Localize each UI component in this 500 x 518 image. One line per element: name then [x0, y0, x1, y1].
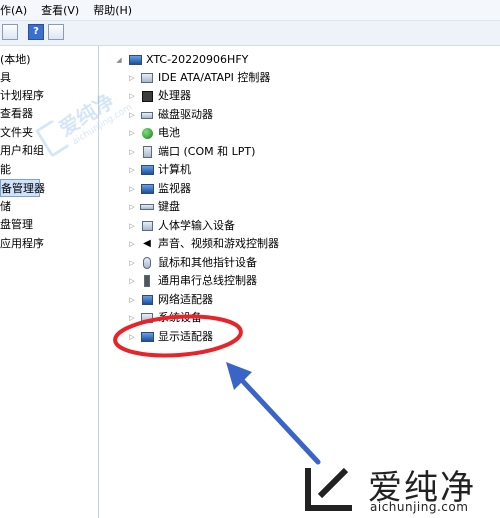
brand-url: aichunjing.com — [370, 500, 469, 514]
tree-item-task-scheduler[interactable]: 计划程序 — [0, 87, 44, 105]
properties-icon[interactable] — [48, 24, 64, 40]
monitor-icon — [140, 183, 154, 195]
show-hide-tree-icon[interactable] — [2, 24, 18, 40]
tree-item-disk-management[interactable]: 盘管理 — [0, 216, 33, 234]
menu-action[interactable]: 作(A) — [0, 2, 27, 18]
device-label: 键盘 — [158, 200, 180, 213]
tree-item-event-viewer[interactable]: 查看器 — [0, 105, 33, 123]
ide-controller-icon — [140, 72, 154, 84]
tree-item-tools[interactable]: 具 — [0, 69, 11, 87]
mouse-icon — [140, 257, 154, 269]
hid-icon — [140, 220, 154, 232]
brand-watermark: 爱纯净 aichunjing.com — [300, 458, 500, 518]
device-label: 声音、视频和游戏控制器 — [158, 237, 279, 250]
menu-bar: 作(A) 查看(V) 帮助(H) — [0, 0, 500, 21]
device-label: 网络适配器 — [158, 293, 213, 306]
device-category[interactable]: ▷ 监视器 — [128, 180, 191, 198]
tree-item-local[interactable]: (本地) — [0, 51, 31, 69]
device-tree-root[interactable]: ◢ XTC-20220906HFY — [114, 51, 248, 69]
usb-icon — [140, 275, 154, 287]
expand-icon[interactable]: ▷ — [128, 217, 136, 235]
network-adapter-icon — [140, 294, 154, 306]
device-category[interactable]: ▷ 通用串行总线控制器 — [128, 272, 257, 290]
device-category[interactable]: ▷ 人体学输入设备 — [128, 217, 235, 235]
help-icon[interactable]: ? — [28, 24, 44, 40]
device-label: 处理器 — [158, 89, 191, 102]
root-label: XTC-20220906HFY — [146, 53, 249, 66]
tree-item-local-users[interactable]: 用户和组 — [0, 142, 44, 160]
device-category[interactable]: ▷ ◀ 声音、视频和游戏控制器 — [128, 235, 279, 253]
tree-item-storage[interactable]: 储 — [0, 198, 11, 216]
device-label: 鼠标和其他指针设备 — [158, 256, 257, 269]
device-label: 系统设备 — [158, 311, 202, 324]
expand-icon[interactable]: ▷ — [128, 235, 136, 253]
device-category[interactable]: ▷ IDE ATA/ATAPI 控制器 — [128, 69, 270, 87]
system-device-icon — [140, 312, 154, 324]
sound-icon: ◀ — [143, 238, 151, 249]
device-label: IDE ATA/ATAPI 控制器 — [158, 71, 271, 84]
computer-root-icon — [128, 54, 142, 66]
device-category-display-adapter[interactable]: ▷ 显示适配器 — [128, 328, 213, 346]
display-adapter-icon — [140, 331, 154, 343]
tree-item-shared-folders[interactable]: 文件夹 — [0, 124, 33, 142]
device-category[interactable]: ▷ 网络适配器 — [128, 291, 213, 309]
menu-help[interactable]: 帮助(H) — [93, 2, 132, 18]
tree-item-applications[interactable]: 应用程序 — [0, 235, 44, 253]
device-label: 磁盘驱动器 — [158, 108, 213, 121]
device-label: 监视器 — [158, 182, 191, 195]
brand-logo-icon — [305, 467, 352, 511]
toolbar: ? — [0, 21, 500, 46]
device-category[interactable]: ▷ 系统设备 — [128, 309, 202, 327]
device-label: 人体学输入设备 — [158, 219, 235, 232]
device-category[interactable]: ▷ 键盘 — [128, 198, 180, 216]
device-label: 显示适配器 — [158, 330, 213, 343]
expand-icon[interactable]: ▷ — [128, 272, 136, 290]
expand-icon[interactable]: ▷ — [128, 291, 136, 309]
tree-item-performance[interactable]: 能 — [0, 161, 11, 179]
device-category[interactable]: ▷ 鼠标和其他指针设备 — [128, 254, 257, 272]
expand-icon[interactable]: ▷ — [128, 309, 136, 327]
expand-icon[interactable]: ▷ — [128, 328, 136, 346]
tree-item-device-manager[interactable]: 备管理器 — [0, 179, 45, 197]
expand-icon[interactable]: ▷ — [128, 198, 136, 216]
menu-view[interactable]: 查看(V) — [41, 2, 79, 18]
device-label: 通用串行总线控制器 — [158, 274, 257, 287]
expand-icon[interactable]: ▷ — [128, 254, 136, 272]
device-tree: ◢ XTC-20220906HFY ▷ IDE ATA/ATAPI 控制器 ▷ … — [104, 46, 500, 518]
keyboard-icon — [140, 201, 154, 213]
collapse-icon[interactable]: ◢ — [114, 51, 124, 69]
